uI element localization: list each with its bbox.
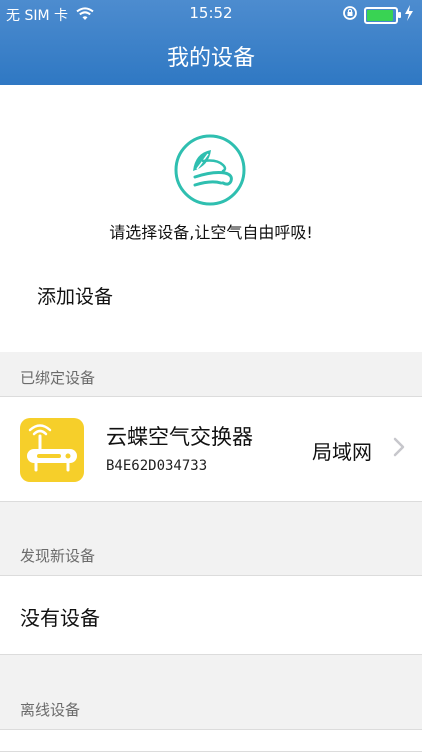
offline-devices-list — [0, 729, 422, 752]
page-title: 我的设备 — [166, 46, 255, 71]
new-devices-list: 没有设备 — [0, 575, 422, 655]
section-new-devices: 发现新设备 — [20, 547, 96, 565]
leaf-icon — [173, 133, 247, 207]
device-name: 云蝶空气交换器 — [106, 425, 253, 449]
charging-icon — [404, 5, 414, 25]
no-device-text: 没有设备 — [20, 606, 100, 630]
lock-rotation-icon — [342, 5, 358, 25]
battery-icon — [364, 6, 401, 24]
top-bar: 无 SIM 卡 15:52 我的设备 — [0, 0, 422, 85]
hero-slogan: 请选择设备,让空气自由呼吸! — [109, 223, 313, 242]
section-offline-devices: 离线设备 — [20, 701, 81, 719]
device-list-item[interactable]: 云蝶空气交换器 B4E62D034733 局域网 — [0, 396, 422, 502]
status-right — [342, 5, 414, 25]
section-bound-devices: 已绑定设备 — [20, 369, 96, 387]
chevron-right-icon — [392, 436, 406, 458]
add-device-button[interactable]: 添加设备 — [37, 282, 113, 309]
connection-type: 局域网 — [312, 440, 372, 464]
router-icon — [20, 418, 84, 482]
status-bar: 无 SIM 卡 15:52 — [0, 0, 422, 28]
device-id: B4E62D034733 — [106, 458, 208, 474]
